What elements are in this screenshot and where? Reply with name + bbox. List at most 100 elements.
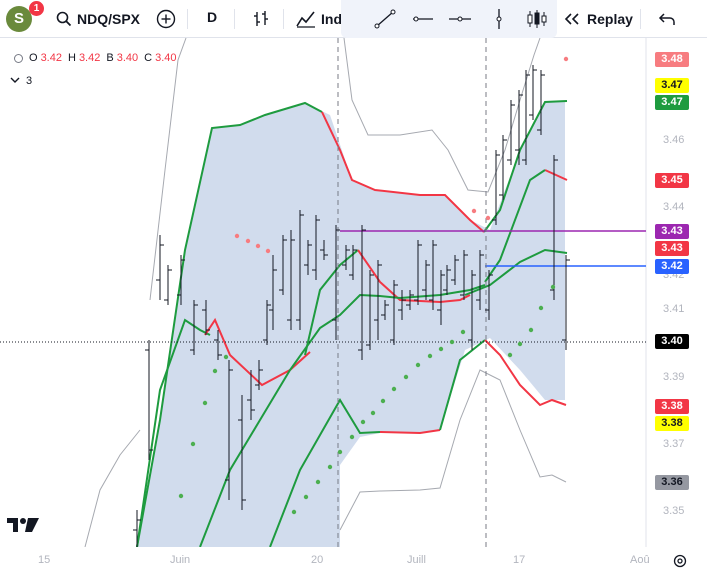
replay-label: Replay <box>587 11 633 27</box>
price-tag: 3.38 <box>655 416 689 431</box>
time-label: 20 <box>311 554 324 566</box>
sar-dot <box>303 494 309 500</box>
close-value: 3.40 <box>155 52 177 64</box>
price-label: 3.41 <box>663 303 685 315</box>
sar-dot <box>234 233 240 239</box>
price-tag: 3.47 <box>655 78 689 93</box>
indicators-button[interactable]: Ind <box>296 8 342 30</box>
sar-dot <box>415 362 421 368</box>
indicators-icon <box>296 11 315 28</box>
sar-dot <box>438 346 444 352</box>
trend-line-icon[interactable] <box>373 8 397 30</box>
sar-dot <box>327 464 333 470</box>
time-axis[interactable]: 15 Juin 20 Juill 17 Aoû <box>0 547 707 572</box>
horizontal-line-icon[interactable] <box>448 8 472 30</box>
sar-dot <box>255 243 261 249</box>
candles-icon[interactable] <box>525 8 549 30</box>
indicators-collapse-toggle[interactable]: 3 <box>10 75 32 87</box>
undo-icon[interactable] <box>656 8 678 30</box>
price-chart <box>0 38 647 547</box>
symbol-label: NDQ/SPX <box>77 11 141 27</box>
top-toolbar: S 1 NDQ/SPX D Ind Replay <box>0 0 707 38</box>
sar-dot <box>370 410 376 416</box>
sar-dot <box>245 238 251 244</box>
price-label: 3.46 <box>663 134 685 146</box>
open-label: O <box>29 52 38 64</box>
indicator-count: 3 <box>26 75 33 87</box>
tradingview-logo-icon[interactable] <box>6 515 40 535</box>
price-tag: 3.42 <box>655 259 689 274</box>
sar-dot <box>349 434 355 440</box>
sar-dot <box>190 441 196 447</box>
sar-dot <box>291 509 297 515</box>
sar-dot <box>471 208 477 214</box>
replay-button[interactable]: Replay <box>563 8 633 30</box>
time-label: Juill <box>407 554 426 566</box>
sar-dot <box>360 419 366 425</box>
sar-dot <box>178 493 184 499</box>
close-label: C <box>144 52 153 64</box>
interval-button[interactable]: D <box>207 9 217 25</box>
horizontal-ray-icon[interactable] <box>411 8 435 30</box>
chevron-down-icon <box>10 77 20 83</box>
sar-dot <box>265 248 271 254</box>
notification-badge[interactable]: 1 <box>29 1 44 16</box>
drawing-toolbar <box>341 0 557 38</box>
sar-dot <box>223 354 229 360</box>
outer-envelope-lower <box>84 429 141 547</box>
symbol-search-button[interactable]: NDQ/SPX <box>56 8 140 30</box>
indicators-label: Ind <box>321 11 342 27</box>
sar-dot <box>427 353 433 359</box>
price-tag: 3.47 <box>655 95 689 110</box>
high-label: H <box>67 52 76 64</box>
price-tag: 3.43 <box>655 224 689 239</box>
time-label: Aoû <box>630 554 650 566</box>
rewind-icon <box>564 13 579 25</box>
sar-dot <box>460 329 466 335</box>
sar-dot <box>315 479 321 485</box>
search-icon <box>56 11 72 27</box>
sar-dot <box>202 400 208 406</box>
price-label: 3.39 <box>663 371 685 383</box>
sar-dot <box>485 215 491 221</box>
high-value: 3.42 <box>78 52 101 64</box>
toolbar-divider <box>283 9 284 29</box>
sar-dot <box>212 368 218 374</box>
toolbar-divider <box>640 9 641 29</box>
price-tag: 3.38 <box>655 399 689 414</box>
price-tag: 3.48 <box>655 52 689 67</box>
sar-dot <box>403 374 409 380</box>
ohlc-legend: O 3.42 H 3.42 B 3.40 C 3.40 <box>14 52 180 64</box>
sar-dot <box>337 449 343 455</box>
toolbar-divider <box>234 9 235 29</box>
sar-dot <box>449 339 455 345</box>
symbol-status-icon <box>14 54 23 63</box>
vertical-line-icon[interactable] <box>487 8 511 30</box>
sar-dot <box>550 284 556 290</box>
sar-dot <box>538 305 544 311</box>
time-label: 17 <box>513 554 526 566</box>
time-label: Juin <box>170 554 191 566</box>
settings-gear-icon[interactable] <box>672 553 688 569</box>
price-tag: 3.43 <box>655 241 689 256</box>
price-label: 3.44 <box>663 201 685 213</box>
sar-dot <box>528 327 534 333</box>
price-label: 3.37 <box>663 438 685 450</box>
low-value: 3.40 <box>116 52 139 64</box>
bar-style-icon[interactable] <box>250 8 272 30</box>
band-fill <box>137 101 565 547</box>
price-label: 3.35 <box>663 505 685 517</box>
compare-add-icon[interactable] <box>155 8 177 30</box>
sar-dot <box>507 352 513 358</box>
chart-pane[interactable]: 3.46 3.44 3.42 3.41 3.39 3.37 3.35 <box>0 38 707 547</box>
sar-dot <box>517 341 523 347</box>
price-tag: 3.36 <box>655 475 689 490</box>
user-avatar[interactable]: S <box>6 6 32 32</box>
toolbar-divider <box>187 9 188 29</box>
sar-dot <box>391 386 397 392</box>
time-label: 15 <box>38 554 51 566</box>
avatar-letter: S <box>13 10 24 27</box>
sar-dot <box>380 398 386 404</box>
open-value: 3.42 <box>40 52 62 64</box>
low-label: B <box>106 52 114 64</box>
